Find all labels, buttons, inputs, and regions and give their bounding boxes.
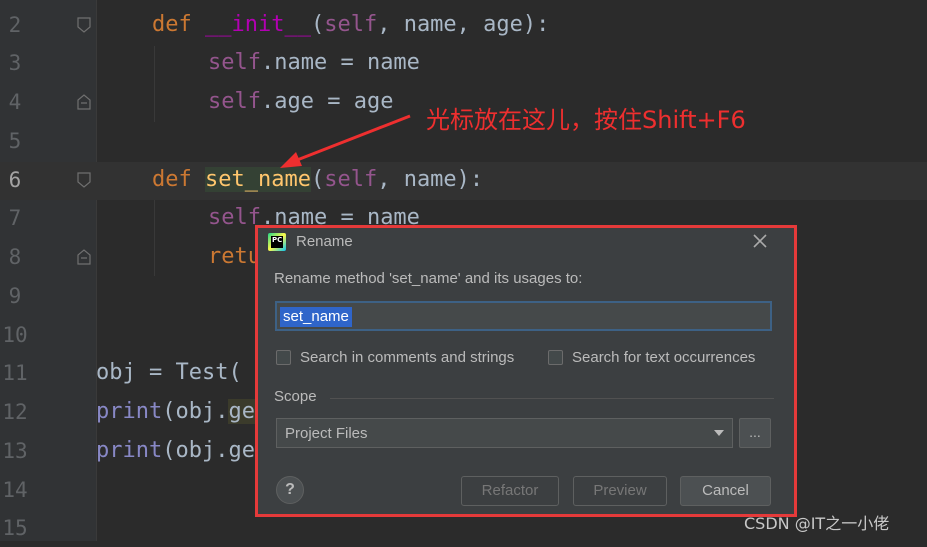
params: , name, age): — [377, 12, 550, 37]
scope-divider — [330, 398, 774, 399]
dialog-title-bar[interactable]: PC Rename — [258, 228, 794, 256]
statement: (obj. — [162, 399, 229, 424]
fold-open-icon[interactable] — [77, 17, 91, 33]
builtin-print: print — [96, 399, 163, 424]
keyword-return: retu — [208, 244, 261, 269]
line-number-current: 6 — [8, 168, 22, 192]
preview-button[interactable]: Preview — [573, 476, 667, 506]
watermark: CSDN @IT之一小佬 — [744, 514, 890, 533]
line-number: 3 — [8, 51, 22, 75]
help-button[interactable]: ? — [276, 476, 304, 504]
fold-end-icon[interactable] — [77, 94, 91, 110]
line-number: 5 — [8, 129, 22, 153]
browse-scope-button[interactable]: ... — [739, 418, 771, 448]
line-number: 2 — [8, 13, 22, 37]
rename-dialog: PC Rename Rename method 'set_name' and i… — [258, 228, 794, 514]
statement: obj = Test( — [96, 360, 242, 385]
paren: ( — [310, 12, 325, 37]
code-line-11[interactable]: obj = Test( — [96, 354, 242, 392]
self-keyword: self — [324, 12, 378, 37]
logo-text: PC — [271, 236, 283, 248]
line-number: 12 — [2, 400, 28, 424]
annotation-arrow-icon — [280, 114, 411, 168]
scope-value: Project Files — [285, 425, 368, 442]
selected-text: set_name — [280, 307, 352, 327]
line-number: 11 — [2, 361, 28, 385]
indent-guide — [154, 46, 155, 122]
chevron-down-icon — [714, 430, 724, 436]
indent-guide — [154, 200, 155, 276]
line-number: 13 — [2, 439, 28, 463]
line-number: 7 — [8, 206, 22, 230]
usage-highlight: ge — [228, 399, 255, 424]
fold-open-icon[interactable] — [77, 172, 91, 188]
keyword-def: def — [152, 12, 192, 37]
self-keyword: self — [208, 205, 261, 230]
close-icon[interactable] — [750, 231, 770, 251]
search-comments-label: Search in comments and strings — [300, 349, 515, 366]
line-number: 10 — [2, 323, 28, 347]
search-comments-checkbox[interactable] — [276, 350, 291, 365]
code-line-3[interactable]: self.name = name — [208, 44, 420, 82]
line-number: 4 — [8, 90, 22, 114]
code-line-2[interactable]: def __init__(self, name, age): — [152, 6, 549, 44]
pycharm-logo-icon: PC — [268, 233, 286, 251]
cancel-button[interactable]: Cancel — [680, 476, 771, 506]
search-comments-checkbox-row[interactable]: Search in comments and strings — [276, 349, 514, 366]
self-keyword: self — [208, 50, 261, 75]
dialog-title: Rename — [296, 233, 353, 250]
statement: (obj.ge — [162, 438, 255, 463]
rename-prompt: Rename method 'set_name' and its usages … — [274, 270, 583, 287]
code-line-12[interactable]: print(obj.ge — [96, 393, 255, 431]
annotation-text: 光标放在这儿，按住Shift+F6 — [426, 106, 746, 134]
fold-end-icon[interactable] — [77, 249, 91, 265]
code-line-13[interactable]: print(obj.ge — [96, 432, 255, 470]
refactor-button[interactable]: Refactor — [461, 476, 559, 506]
function-name: __init__ — [205, 12, 311, 37]
self-keyword: self — [208, 89, 261, 114]
search-text-checkbox-row[interactable]: Search for text occurrences — [548, 349, 755, 366]
line-number: 14 — [2, 478, 28, 502]
search-text-label: Search for text occurrences — [572, 349, 756, 366]
scope-label: Scope — [274, 388, 317, 405]
scope-dropdown[interactable]: Project Files — [276, 418, 733, 448]
builtin-print: print — [96, 438, 163, 463]
keyword-def: def — [152, 167, 192, 192]
statement: .name = name — [260, 50, 420, 75]
search-text-checkbox[interactable] — [548, 350, 563, 365]
line-number: 15 — [2, 516, 28, 540]
line-number: 8 — [8, 245, 22, 269]
line-number: 9 — [8, 284, 22, 308]
code-line-8[interactable]: retu — [208, 238, 261, 276]
